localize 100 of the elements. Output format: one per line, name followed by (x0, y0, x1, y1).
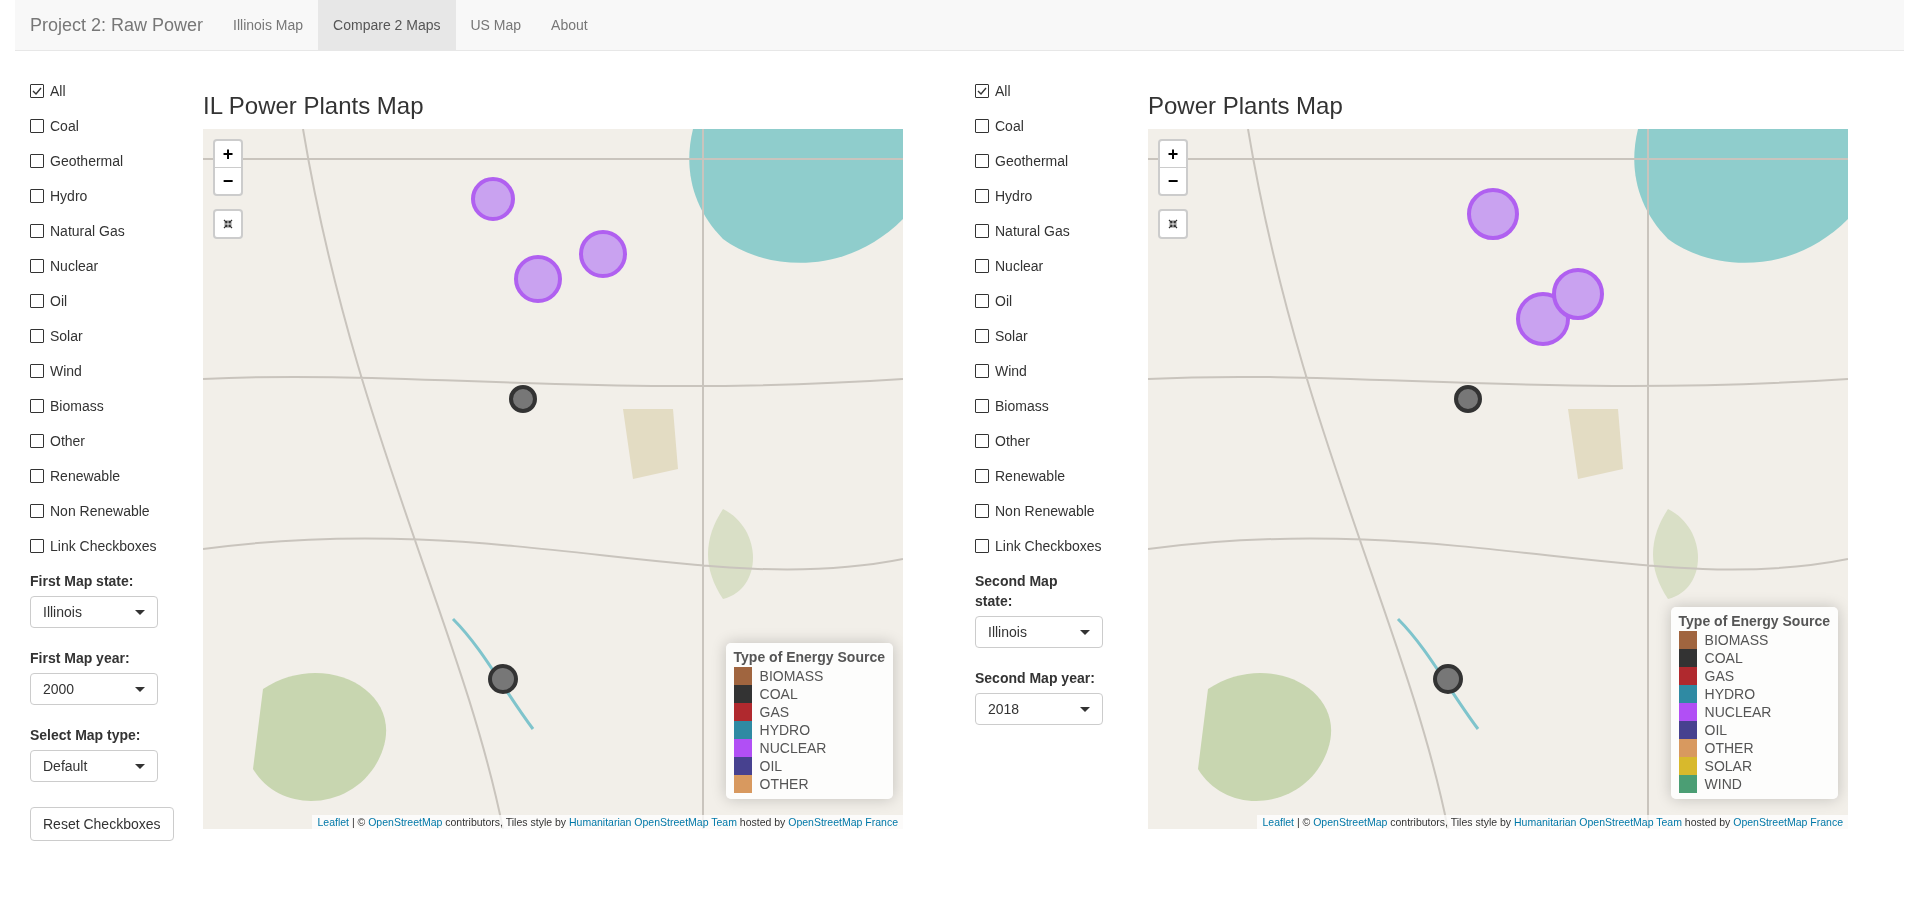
nav-tab[interactable]: About (536, 0, 603, 50)
reset-button[interactable]: Reset Checkboxes (30, 807, 174, 841)
attribution-link[interactable]: Leaflet (1262, 816, 1294, 828)
checkbox-label: Biomass (50, 398, 104, 414)
caret-icon (1080, 706, 1090, 712)
checkbox[interactable] (975, 329, 989, 343)
field-label: First Map year: (30, 649, 130, 668)
legend-label: NUCLEAR (759, 740, 827, 756)
checkbox[interactable] (30, 119, 44, 133)
field-label: Select Map type: (30, 726, 141, 745)
checkbox[interactable] (30, 399, 44, 413)
dropdown[interactable]: Default (30, 750, 158, 782)
reset-view-button[interactable] (1158, 209, 1188, 239)
checkbox[interactable] (30, 329, 44, 343)
checkbox[interactable] (975, 469, 989, 483)
checkbox[interactable] (975, 189, 989, 203)
checkbox[interactable] (30, 434, 44, 448)
attribution-link[interactable]: Humanitarian OpenStreetMap Team (569, 816, 737, 828)
checkbox[interactable] (30, 189, 44, 203)
checkbox-label: Natural Gas (50, 223, 125, 239)
checkbox[interactable] (975, 539, 989, 553)
checkbox-label: Oil (50, 293, 68, 309)
checkbox[interactable] (30, 364, 44, 378)
zoom-in-button[interactable]: + (215, 141, 241, 167)
caret-icon (135, 609, 145, 615)
attribution-link[interactable]: Humanitarian OpenStreetMap Team (1514, 816, 1682, 828)
caret-icon (1080, 629, 1090, 635)
attribution-text: Leaflet | © OpenStreetMap contributors, Tiles style by Humanitarian OpenStreetMap Team hosted by OpenStreetMap France (1257, 815, 1848, 829)
legend-label: OIL (759, 758, 783, 774)
legend-label: BIOMASS (759, 668, 824, 684)
attribution-link[interactable]: Leaflet (317, 816, 349, 828)
checkbox-label: Link Checkboxes (995, 538, 1102, 554)
checkbox[interactable] (30, 259, 44, 273)
zoom-out-button[interactable]: − (1160, 167, 1186, 194)
checkbox-label: Geothermal (50, 153, 124, 169)
checkbox[interactable] (30, 469, 44, 483)
checkbox-label: Non Renewable (995, 503, 1095, 519)
checkbox[interactable] (30, 539, 44, 553)
checkbox-label: Solar (995, 328, 1028, 344)
brand-link[interactable]: Project 2: Raw Power (15, 0, 219, 50)
checkbox[interactable] (975, 399, 989, 413)
checkbox-label: Wind (995, 363, 1027, 379)
checkbox[interactable] (30, 224, 44, 238)
checkbox[interactable] (30, 154, 44, 168)
legend-label: OTHER (1704, 740, 1754, 756)
checkbox[interactable] (975, 154, 989, 168)
nav-tab[interactable]: Compare 2 Maps (318, 0, 456, 50)
checkbox[interactable] (975, 224, 989, 238)
checkbox-label: Other (50, 433, 85, 449)
legend-label: BIOMASS (1704, 632, 1769, 648)
legend-label: SOLAR (1704, 758, 1752, 774)
caret-icon (135, 686, 145, 692)
map-title: IL Power Plants Map (203, 91, 425, 121)
checkbox-label: Other (995, 433, 1030, 449)
checkbox-label: Nuclear (50, 258, 99, 274)
zoom-in-button[interactable]: + (1160, 141, 1186, 167)
legend-label: COAL (1704, 650, 1743, 666)
reset-view-button[interactable] (213, 209, 243, 239)
dropdown[interactable]: 2018 (975, 693, 1103, 725)
legend-label: GAS (1704, 668, 1735, 684)
checkbox-label: Hydro (995, 188, 1033, 204)
legend-label: HYDRO (759, 722, 811, 738)
dropdown[interactable]: Illinois (975, 616, 1103, 648)
nav-tab[interactable]: US Map (455, 0, 537, 50)
checkbox-label: All (995, 83, 1011, 99)
attribution-link[interactable]: OpenStreetMap France (1733, 816, 1843, 828)
dropdown[interactable]: Illinois (30, 596, 158, 628)
field-label: Second Map year: (975, 669, 1095, 688)
field-label: First Map state: (30, 572, 134, 591)
legend-label: OTHER (759, 776, 809, 792)
checkbox[interactable] (975, 84, 989, 98)
checkbox[interactable] (30, 294, 44, 308)
checkbox[interactable] (975, 119, 989, 133)
collapse-icon (1168, 219, 1178, 229)
checkbox-label: Renewable (995, 468, 1066, 484)
checkbox-label: Geothermal (995, 153, 1069, 169)
dropdown[interactable]: 2000 (30, 673, 158, 705)
checkbox-label: Hydro (50, 188, 88, 204)
checkbox[interactable] (30, 504, 44, 518)
attribution-link[interactable]: OpenStreetMap (1313, 816, 1388, 828)
checkbox-label: Coal (50, 118, 79, 134)
collapse-icon (223, 219, 233, 229)
checkbox[interactable] (975, 259, 989, 273)
checkbox[interactable] (975, 434, 989, 448)
legend-title: Type of Energy Source (1678, 613, 1830, 629)
attribution-link[interactable]: OpenStreetMap (368, 816, 443, 828)
legend-label: GAS (759, 704, 790, 720)
checkbox[interactable] (30, 84, 44, 98)
checkbox[interactable] (975, 364, 989, 378)
attribution-link[interactable]: OpenStreetMap France (788, 816, 898, 828)
legend-title: Type of Energy Source (733, 649, 885, 665)
checkbox[interactable] (975, 294, 989, 308)
legend-label: HYDRO (1704, 686, 1756, 702)
checkbox-label: Coal (995, 118, 1024, 134)
nav-tab[interactable]: Illinois Map (218, 0, 319, 50)
caret-icon (135, 763, 145, 769)
checkbox[interactable] (975, 504, 989, 518)
legend-label: COAL (759, 686, 798, 702)
zoom-out-button[interactable]: − (215, 167, 241, 194)
checkbox-label: Wind (50, 363, 82, 379)
